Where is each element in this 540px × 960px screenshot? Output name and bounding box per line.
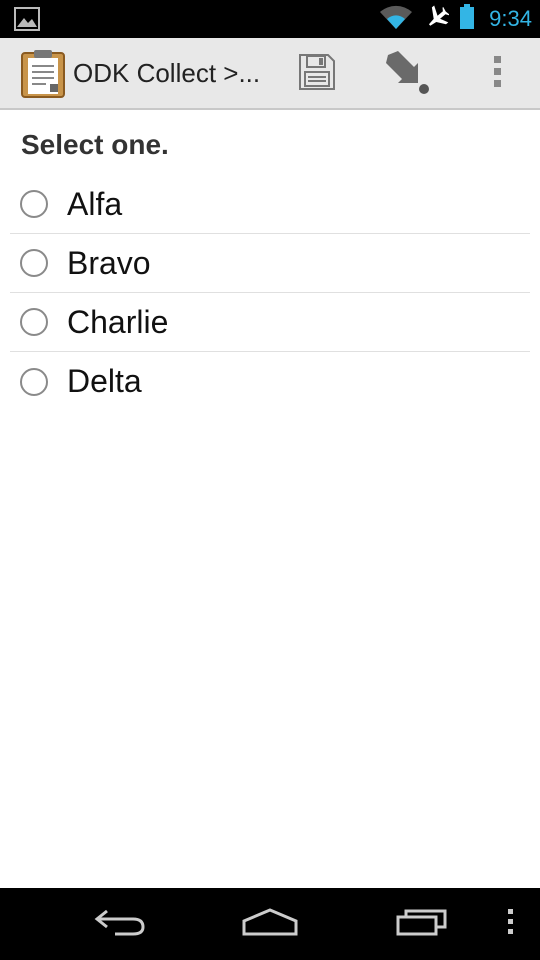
save-button[interactable]	[282, 38, 352, 110]
option-delta[interactable]: Delta	[10, 352, 530, 411]
option-charlie[interactable]: Charlie	[10, 293, 530, 352]
gallery-notification-icon	[14, 7, 40, 31]
battery-icon	[459, 3, 475, 35]
app-title[interactable]: ODK Collect >...	[73, 58, 260, 89]
home-button[interactable]	[230, 888, 310, 960]
airplane-mode-icon	[423, 4, 450, 35]
radio-button[interactable]	[20, 308, 48, 336]
recent-apps-icon	[395, 907, 449, 942]
option-alfa[interactable]: Alfa	[10, 175, 530, 234]
back-button[interactable]	[80, 888, 160, 960]
radio-button[interactable]	[20, 249, 48, 277]
wifi-icon	[379, 4, 413, 35]
overflow-menu-icon	[493, 55, 503, 94]
option-bravo[interactable]: Bravo	[10, 234, 530, 293]
back-icon	[93, 907, 147, 942]
jump-button[interactable]	[372, 38, 442, 110]
save-icon	[298, 53, 336, 96]
status-bar: 9:34	[0, 0, 540, 38]
navigation-bar	[0, 888, 540, 960]
radio-button[interactable]	[20, 190, 48, 218]
clock-time: 9:34	[489, 6, 532, 31]
clipboard-icon[interactable]	[20, 48, 66, 98]
radio-group: Alfa Bravo Charlie Delta	[10, 175, 530, 411]
recent-apps-button[interactable]	[382, 888, 462, 960]
question-prompt: Select one.	[21, 129, 169, 160]
jump-icon	[384, 49, 430, 100]
option-label[interactable]: Alfa	[67, 186, 122, 223]
overflow-menu-button[interactable]	[463, 38, 533, 110]
option-label[interactable]: Bravo	[67, 245, 151, 282]
home-icon	[241, 907, 299, 942]
radio-button[interactable]	[20, 367, 48, 396]
option-label[interactable]: Delta	[67, 363, 142, 400]
menu-icon	[507, 908, 515, 940]
option-label[interactable]: Charlie	[67, 304, 168, 341]
action-bar: ODK Collect >...	[0, 38, 540, 110]
menu-button[interactable]	[496, 888, 526, 960]
